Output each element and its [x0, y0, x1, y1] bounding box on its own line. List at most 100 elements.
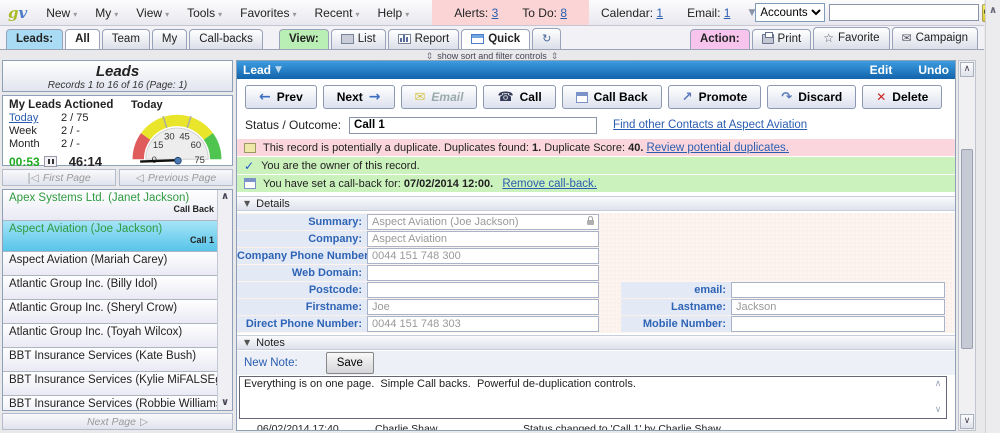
edit-link[interactable]: Edit: [870, 63, 893, 77]
chevron-down-icon: ▾: [114, 10, 118, 19]
postcode-input[interactable]: [367, 282, 599, 298]
menu-recent[interactable]: Recent▾: [305, 6, 368, 20]
note-textarea[interactable]: Everything is on one page. Simple Call b…: [239, 376, 947, 419]
gauge-panel: Today 0 15 30 45 60 75: [125, 99, 230, 165]
tab-my[interactable]: My: [152, 29, 187, 49]
list-item[interactable]: BBT Insurance Services (Kate Bush): [3, 348, 232, 372]
lock-icon: [587, 220, 594, 225]
tab-team[interactable]: Team: [102, 29, 150, 49]
calendar-counter: Calendar: 1: [589, 6, 675, 20]
email-counter: Email: 1: [675, 6, 742, 20]
search-scope-select[interactable]: Accounts: [755, 3, 825, 22]
menu-tools[interactable]: Tools▾: [178, 6, 231, 20]
scroll-down-icon[interactable]: ∨: [221, 398, 229, 408]
menu-help[interactable]: Help▾: [369, 6, 419, 20]
save-button[interactable]: Save: [326, 352, 374, 374]
status-outcome-label: Status / Outcome:: [245, 118, 341, 132]
scroll-up-icon[interactable]: ∧: [960, 62, 974, 77]
view-tab-quick[interactable]: Quick: [461, 29, 530, 49]
app-logo: gv: [8, 4, 27, 22]
tab-call-backs[interactable]: Call-backs: [189, 29, 263, 49]
prev-button[interactable]: ←Prev: [245, 85, 317, 109]
previous-page-icon: ◁: [136, 172, 144, 184]
next-button[interactable]: Next→: [323, 85, 395, 109]
undo-link[interactable]: Undo: [918, 63, 949, 77]
field-row: Company:: [237, 231, 955, 247]
scroll-up-icon[interactable]: ∧: [989, 6, 997, 16]
todo-count-link[interactable]: 8: [560, 6, 567, 20]
email-input[interactable]: [731, 282, 945, 298]
search-input[interactable]: [829, 4, 979, 21]
list-item[interactable]: Apex Systems Ltd. (Janet Jackson) Call B…: [3, 190, 232, 221]
calendar-count-link[interactable]: 1: [656, 6, 663, 20]
menu-new[interactable]: New▾: [37, 6, 86, 20]
delete-button[interactable]: ✕Delete: [862, 85, 942, 109]
firstname-input[interactable]: [367, 299, 599, 315]
page-scrollbar[interactable]: ∧: [985, 0, 1000, 433]
chevron-down-icon[interactable]: ▼: [275, 65, 282, 75]
stats-columns: My Leads Actioned Today2 / 75 Week2 / - …: [9, 99, 125, 165]
next-page-button[interactable]: Next Page▷: [2, 413, 233, 430]
details-section-header[interactable]: ▼ Details: [237, 196, 955, 211]
list-item[interactable]: Atlantic Group Inc. (Toyah Wilcox): [3, 324, 232, 348]
scroll-up-icon[interactable]: ∧: [221, 192, 229, 202]
view-tab-report[interactable]: Report: [388, 29, 460, 49]
list-item-selected[interactable]: Aspect Aviation (Joe Jackson) Call 1: [3, 221, 232, 252]
pause-icon[interactable]: [44, 156, 57, 167]
find-contacts-link[interactable]: Find other Contacts at Aspect Aviation: [613, 119, 807, 131]
list-item[interactable]: Atlantic Group Inc. (Sheryl Crow): [3, 300, 232, 324]
scroll-down-icon[interactable]: ∨: [960, 414, 974, 429]
email-count-link[interactable]: 1: [724, 6, 731, 20]
chevron-down-icon: ▾: [356, 10, 360, 19]
scrollbar-thumb[interactable]: [961, 149, 973, 349]
mobile-input[interactable]: [731, 316, 945, 332]
refresh-tab[interactable]: ↻: [532, 28, 561, 49]
todo-counter: To Do: 8: [510, 6, 579, 20]
stat-month: Month2 / -: [9, 138, 125, 151]
list-scrollbar[interactable]: ∧ ∨: [217, 190, 232, 410]
view-chip: View:: [279, 29, 329, 49]
promote-button[interactable]: ↗Promote: [668, 85, 762, 109]
list-item[interactable]: BBT Insurance Services (Robbie Williams): [3, 396, 232, 411]
direct-phone-input[interactable]: [367, 316, 599, 332]
campaign-button[interactable]: ✉Campaign: [892, 27, 978, 49]
discard-button[interactable]: ↷Discard: [767, 85, 856, 109]
list-item[interactable]: Atlantic Group Inc. (Billy Idol): [3, 276, 232, 300]
today-link[interactable]: Today: [9, 112, 38, 124]
company-phone-input[interactable]: [367, 248, 599, 264]
remove-callback-link[interactable]: Remove call-back.: [502, 178, 597, 190]
tab-toolbar: Leads: All Team My Call-backs View: List…: [0, 26, 984, 50]
collapse-topbar-icon[interactable]: ▼: [748, 8, 755, 18]
field-row: Company Phone Number:: [237, 248, 955, 264]
print-button[interactable]: Print: [752, 29, 812, 49]
tab-all[interactable]: All: [65, 29, 100, 49]
lead-action-buttons: ←Prev Next→ ✉Email ☎Call Call Back ↗Prom…: [237, 83, 955, 111]
list-item[interactable]: Aspect Aviation (Mariah Carey): [3, 252, 232, 276]
web-domain-input[interactable]: [367, 265, 599, 281]
call-button[interactable]: ☎Call: [483, 85, 555, 109]
chevron-down-icon: ▾: [73, 10, 77, 19]
call-back-button[interactable]: Call Back: [562, 85, 662, 109]
main-scrollbar[interactable]: ∧ ∨: [958, 60, 976, 431]
notes-section-header[interactable]: ▼ Notes: [237, 335, 955, 350]
leads-sidebar: Leads Records 1 to 16 of 16 (Page: 1) My…: [2, 58, 233, 431]
alerts-count-link[interactable]: 3: [492, 6, 499, 20]
status-outcome-input[interactable]: [349, 117, 597, 134]
menu-favorites[interactable]: Favorites▾: [231, 6, 305, 20]
collapse-triangle-icon: ▼: [244, 338, 250, 347]
summary-input[interactable]: [367, 214, 599, 230]
menu-my[interactable]: My▾: [86, 6, 127, 20]
list-item[interactable]: BBT Insurance Services (Kylie MiFALSEgue…: [3, 372, 232, 396]
printer-icon: [762, 34, 774, 44]
review-duplicates-link[interactable]: Review potential duplicates.: [646, 142, 789, 154]
menu-view[interactable]: View▾: [127, 6, 178, 20]
view-tab-list[interactable]: List: [331, 29, 386, 49]
favorite-button[interactable]: ☆Favorite: [813, 27, 889, 49]
first-page-icon: |◁: [27, 172, 39, 184]
company-input[interactable]: [367, 231, 599, 247]
lastname-input[interactable]: [731, 299, 945, 315]
previous-page-button[interactable]: ◁Previous Page: [119, 169, 233, 186]
first-page-button[interactable]: |◁First Page: [2, 169, 116, 186]
svg-text:45: 45: [179, 131, 190, 142]
email-button[interactable]: ✉Email: [401, 85, 478, 109]
